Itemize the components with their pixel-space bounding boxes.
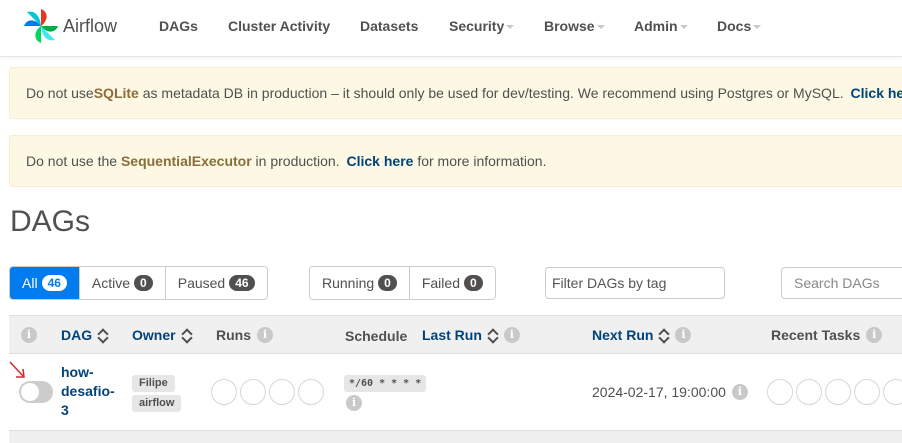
header-dag-label: DAG xyxy=(61,327,93,343)
info-icon[interactable]: i xyxy=(503,327,520,343)
search-dags-input[interactable]: Search DAGs xyxy=(781,267,902,299)
alert-text-pre: Do not use xyxy=(26,85,94,101)
task-state-circle[interactable] xyxy=(825,379,851,405)
nav-docs[interactable]: Docs xyxy=(717,18,762,34)
task-state-circle[interactable] xyxy=(796,379,822,405)
executor-warning-alert: Do not use the SequentialExecutor in pro… xyxy=(9,135,902,187)
dag-id-line: desafio- xyxy=(61,383,115,399)
status-filter-group: All 46 Active 0 Paused 46 xyxy=(9,266,268,300)
schedule-badge: */60 * * * * xyxy=(344,375,427,392)
sqlite-warning-alert: Do not use SQLite as metadata DB in prod… xyxy=(9,67,902,119)
info-icon[interactable]: i xyxy=(21,327,37,343)
header-owner[interactable]: Owner xyxy=(132,327,192,343)
alert-text-mid: in production. xyxy=(251,153,344,169)
filter-paused-button[interactable]: Paused 46 xyxy=(165,267,267,299)
annotation-arrow-icon xyxy=(9,361,25,378)
next-run-value: 2024-02-17, 19:00:00 xyxy=(592,384,726,400)
filter-all-count: 46 xyxy=(41,275,67,291)
dag-id-line: 3 xyxy=(61,402,69,418)
header-dag[interactable]: DAG xyxy=(61,327,108,343)
task-state-circle[interactable] xyxy=(883,379,902,405)
sort-icon xyxy=(182,328,192,342)
run-state-circle[interactable] xyxy=(269,379,295,405)
brand[interactable]: Airflow xyxy=(23,6,117,46)
filter-failed-count: 0 xyxy=(463,275,483,291)
filter-paused-count: 46 xyxy=(229,275,255,291)
table-row-next xyxy=(9,431,902,443)
run-state-circle[interactable] xyxy=(240,379,266,405)
filter-active-label: Active xyxy=(91,275,131,291)
nav-admin[interactable]: Admin xyxy=(634,18,688,34)
header-schedule: Schedule xyxy=(345,328,408,344)
nav-dags[interactable]: DAGs xyxy=(159,18,198,34)
run-state-filter-group: Running 0 Failed 0 xyxy=(309,266,496,300)
caret-down-icon xyxy=(679,25,688,30)
header-owner-label: Owner xyxy=(132,327,176,343)
alert-text-pre: Do not use the xyxy=(26,153,121,169)
dag-id-line: how- xyxy=(61,364,94,380)
alert-executor-link[interactable]: Click here xyxy=(347,153,414,169)
filter-running-button[interactable]: Running 0 xyxy=(310,267,410,299)
dag-id-link[interactable]: how- desafio- 3 xyxy=(61,363,121,420)
filter-all-button[interactable]: All 46 xyxy=(10,267,80,299)
dag-table-header: i DAG Owner Runs i Schedule Last Run i Nex… xyxy=(9,315,902,354)
filter-all-label: All xyxy=(22,275,38,291)
filter-active-button[interactable]: Active 0 xyxy=(79,267,166,299)
header-next-run[interactable]: Next Run i xyxy=(592,327,692,343)
nav-security[interactable]: Security xyxy=(449,18,515,34)
task-state-circle[interactable] xyxy=(854,379,880,405)
info-icon[interactable]: i xyxy=(346,395,362,411)
top-navbar: Airflow DAGs Cluster Activity Datasets S… xyxy=(0,0,902,57)
header-recent-tasks-label: Recent Tasks xyxy=(771,327,861,343)
nav-browse[interactable]: Browse xyxy=(544,18,605,34)
run-state-circle[interactable] xyxy=(298,379,324,405)
nav-docs-label: Docs xyxy=(717,18,752,34)
header-runs-label: Runs xyxy=(216,327,251,343)
alert-executor-strong: SequentialExecutor xyxy=(120,153,252,169)
info-icon[interactable]: i xyxy=(257,327,273,343)
header-runs: Runs i xyxy=(216,327,273,343)
header-last-run-label: Last Run xyxy=(422,327,482,343)
nav-security-label: Security xyxy=(449,18,505,34)
brand-name: Airflow xyxy=(63,15,118,36)
info-icon[interactable]: i xyxy=(866,327,883,343)
header-recent-tasks: Recent Tasks i xyxy=(771,327,883,343)
nav-datasets[interactable]: Datasets xyxy=(360,18,418,34)
caret-down-icon xyxy=(506,25,515,30)
tag-filter-input[interactable]: Filter DAGs by tag xyxy=(545,267,725,299)
sort-icon xyxy=(659,328,669,342)
alert-sqlite-strong: SQLite xyxy=(93,85,139,101)
airflow-pinwheel-icon xyxy=(24,9,58,43)
filter-failed-button[interactable]: Failed 0 xyxy=(409,267,495,299)
dag-pause-toggle[interactable] xyxy=(19,381,53,403)
sort-icon xyxy=(98,328,108,342)
next-run-cell: 2024-02-17, 19:00:00 i xyxy=(592,384,748,400)
nav-browse-label: Browse xyxy=(544,18,595,34)
alert-sqlite-link[interactable]: Click here xyxy=(851,85,902,101)
page-title: DAGs xyxy=(10,205,91,238)
caret-down-icon xyxy=(753,25,762,30)
filter-failed-label: Failed xyxy=(421,275,460,291)
filter-paused-label: Paused xyxy=(177,275,226,291)
task-state-circle[interactable] xyxy=(767,379,793,405)
header-last-run[interactable]: Last Run i xyxy=(422,327,520,343)
info-icon[interactable]: i xyxy=(731,384,748,400)
header-info: i xyxy=(21,327,37,343)
owner-tag[interactable]: Filipe xyxy=(132,375,175,392)
caret-down-icon xyxy=(596,25,605,30)
nav-admin-label: Admin xyxy=(634,18,678,34)
header-next-run-label: Next Run xyxy=(592,327,654,343)
filter-running-label: Running xyxy=(322,275,375,291)
alert-text-post: for more information. xyxy=(413,153,547,169)
nav-cluster-activity[interactable]: Cluster Activity xyxy=(228,18,330,34)
filter-running-count: 0 xyxy=(378,275,397,291)
run-state-circle[interactable] xyxy=(211,379,237,405)
sort-icon xyxy=(488,328,498,342)
info-icon[interactable]: i xyxy=(675,327,692,343)
filter-active-count: 0 xyxy=(134,275,153,291)
alert-text-mid: as metadata DB in production – it should… xyxy=(138,85,848,101)
owner-tag[interactable]: airflow xyxy=(132,395,182,412)
